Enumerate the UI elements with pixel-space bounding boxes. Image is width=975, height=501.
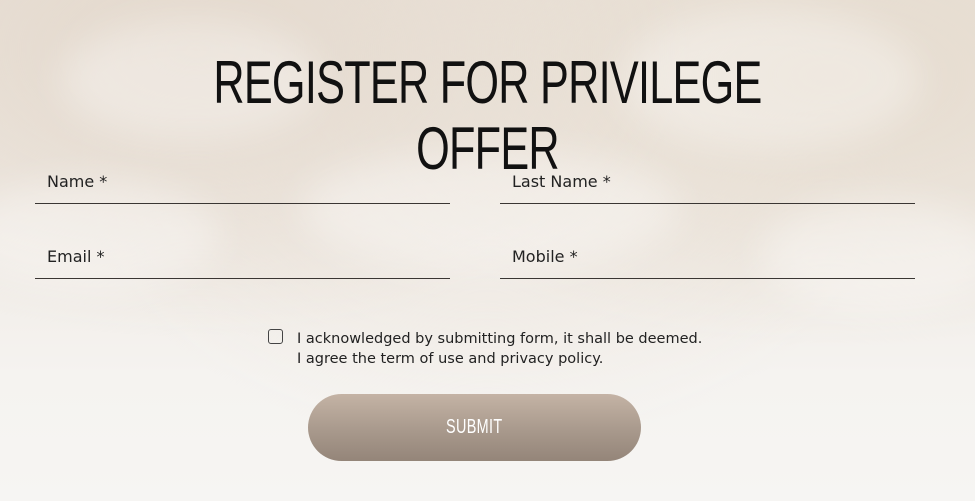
submit-label: SUBMIT — [446, 416, 503, 438]
last-name-field — [500, 159, 915, 204]
consent-checkbox[interactable] — [268, 329, 283, 344]
last-name-input[interactable] — [500, 159, 915, 203]
email-input[interactable] — [35, 234, 450, 278]
name-field — [35, 159, 450, 204]
mobile-input[interactable] — [500, 234, 915, 278]
email-field — [35, 234, 450, 279]
consent-line-2: I agree the term of use and privacy poli… — [297, 351, 604, 367]
consent-line-1: I acknowledged by submitting form, it sh… — [297, 331, 703, 347]
consent-label: I acknowledged by submitting form, it sh… — [297, 329, 717, 369]
mobile-field — [500, 234, 915, 279]
submit-button[interactable]: SUBMIT — [308, 394, 641, 461]
name-input[interactable] — [35, 159, 450, 203]
